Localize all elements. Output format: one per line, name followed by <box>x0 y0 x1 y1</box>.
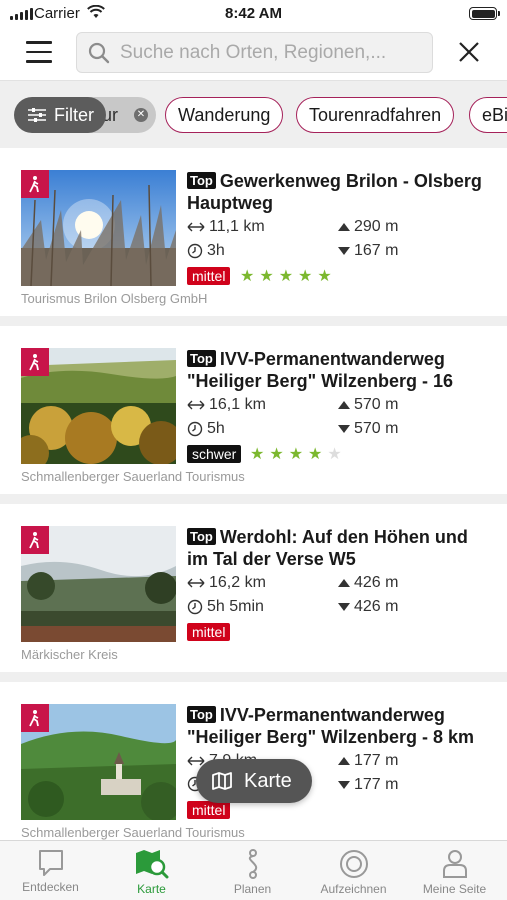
filter-chip-bar: ur ✕ Wanderung Tourenradfahren eBike Fil… <box>0 80 507 148</box>
tour-title: Top Werdohl: Auf den Höhen und im Tal der… <box>187 527 468 569</box>
ascent: 177 m <box>338 752 398 770</box>
ascent-icon <box>338 223 350 231</box>
chip-ebike[interactable]: eBike <box>469 97 507 133</box>
clock-icon <box>187 421 203 437</box>
map-search-icon <box>135 850 168 879</box>
tour-image <box>21 348 176 464</box>
search-input[interactable] <box>120 41 420 64</box>
tour-title: Top IVV-Permanentwanderweg "Heiliger Berg… <box>187 349 453 391</box>
menu-icon[interactable] <box>26 41 52 63</box>
tab-meine-seite[interactable]: Meine Seite <box>404 841 505 900</box>
descent-icon <box>338 781 350 789</box>
divider <box>0 316 507 326</box>
close-icon[interactable] <box>457 40 481 64</box>
distance: 16,1 km <box>187 396 266 414</box>
tour-source: Schmallenberger Sauerland Tourismus <box>21 825 245 840</box>
top-badge: Top <box>187 172 216 189</box>
duration: 5h <box>187 420 225 438</box>
difficulty-badge: schwer <box>187 445 242 463</box>
filter-button[interactable]: Filter <box>14 97 106 133</box>
profile-icon <box>442 850 467 878</box>
tour-source: Tourismus Brilon Olsberg GmbH <box>21 291 208 306</box>
tour-card[interactable]: Top Werdohl: Auf den Höhen und im Tal der… <box>0 504 507 672</box>
tour-card[interactable]: Top IVV-Permanentwanderweg "Heiliger Berg… <box>0 326 507 494</box>
header <box>0 28 507 80</box>
search-bar[interactable] <box>76 32 433 73</box>
ascent: 290 m <box>338 218 398 236</box>
ascent: 426 m <box>338 574 398 592</box>
distance-icon <box>187 400 205 410</box>
descent-icon <box>338 425 350 433</box>
sliders-icon <box>28 108 46 122</box>
hiking-icon <box>21 348 49 376</box>
status-bar: Carrier 8:42 AM <box>0 0 507 28</box>
map-button[interactable]: Karte <box>196 759 312 803</box>
tour-title: Top Gewerkenweg Brilon - Olsberg Hauptweg <box>187 171 482 213</box>
top-badge: Top <box>187 350 216 367</box>
descent: 426 m <box>338 598 398 616</box>
speech-bubble-icon <box>38 850 63 876</box>
remove-filter-icon[interactable]: ✕ <box>134 108 148 122</box>
tab-aufzeichnen[interactable]: Aufzeichnen <box>303 841 404 900</box>
hiking-icon <box>21 170 49 198</box>
descent: 570 m <box>338 420 398 438</box>
tour-source: Schmallenberger Sauerland Tourismus <box>21 469 245 484</box>
divider <box>0 672 507 682</box>
tour-image <box>21 170 176 286</box>
top-badge: Top <box>187 706 216 723</box>
distance-icon <box>187 222 205 232</box>
descent: 177 m <box>338 776 398 794</box>
distance: 11,1 km <box>187 218 265 236</box>
duration: 3h <box>187 242 225 260</box>
ascent-icon <box>338 579 350 587</box>
filter-button-label: Filter <box>54 104 94 125</box>
duration: 5h 5min <box>187 598 264 616</box>
hiking-icon <box>21 526 49 554</box>
hiking-icon <box>21 704 49 732</box>
map-button-label: Karte <box>244 769 292 792</box>
tour-title: Top IVV-Permanentwanderweg "Heiliger Berg… <box>187 705 474 747</box>
tour-source: Märkischer Kreis <box>21 647 118 662</box>
ascent: 570 m <box>338 396 398 414</box>
difficulty-badge: mittel <box>187 801 231 819</box>
ascent-icon <box>338 401 350 409</box>
descent: 167 m <box>338 242 398 260</box>
tour-image <box>21 704 176 820</box>
clock-icon <box>187 243 203 259</box>
clock: 8:42 AM <box>225 5 282 22</box>
rating-stars: ★★★★★ <box>250 446 347 463</box>
tab-entdecken[interactable]: Entdecken <box>0 841 101 900</box>
distance-icon <box>187 578 205 588</box>
chip-tourenradfahren[interactable]: Tourenradfahren <box>296 97 455 133</box>
tab-planen[interactable]: Planen <box>202 841 303 900</box>
tab-bar: Entdecken Karte Planen Aufzeichnen Meine… <box>0 840 507 900</box>
ascent-icon <box>338 757 350 765</box>
search-icon <box>88 42 110 63</box>
route-icon <box>248 849 257 879</box>
descent-icon <box>338 247 350 255</box>
tour-image <box>21 526 176 642</box>
battery-icon <box>469 7 500 20</box>
tour-card[interactable]: Top Gewerkenweg Brilon - Olsberg Hauptweg… <box>0 148 507 316</box>
tab-karte[interactable]: Karte <box>101 841 202 900</box>
difficulty-badge: mittel <box>187 623 231 641</box>
map-icon <box>212 772 232 790</box>
distance: 16,2 km <box>187 574 266 592</box>
top-badge: Top <box>187 528 216 545</box>
chip-wanderung[interactable]: Wanderung <box>165 97 284 133</box>
record-icon <box>339 850 368 878</box>
rating-stars: ★★★★★ <box>240 268 337 285</box>
divider <box>0 494 507 504</box>
descent-icon <box>338 603 350 611</box>
clock-icon <box>187 599 203 615</box>
difficulty-badge: mittel <box>187 267 231 285</box>
